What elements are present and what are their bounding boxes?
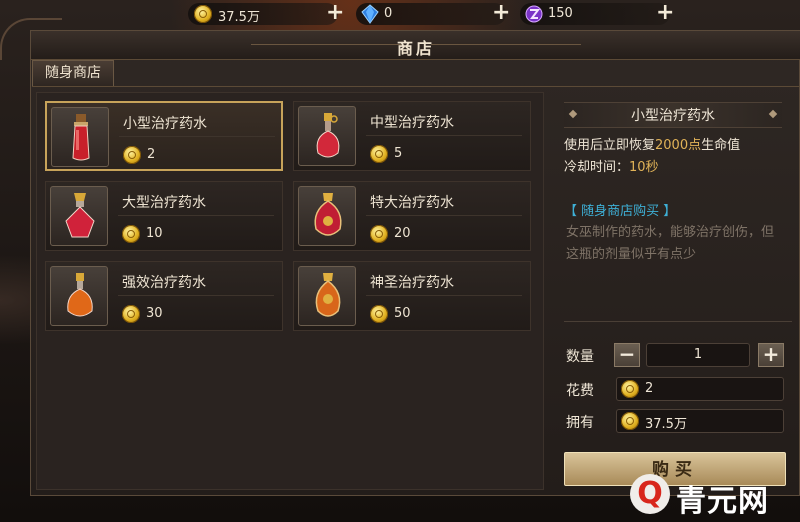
quantity-field[interactable]: 1 <box>646 343 750 367</box>
item-separator <box>118 295 274 296</box>
window-title: 商店 <box>396 39 435 58</box>
crystal-amount: 150 <box>548 6 573 21</box>
cooldown-label: 冷却时间： <box>564 160 630 175</box>
item-slot <box>50 186 108 246</box>
item-slot <box>50 266 108 326</box>
detail-header: 小型治疗药水 <box>564 102 782 128</box>
list-item-small-potion[interactable]: 小型治疗药水 2 <box>45 101 283 171</box>
quantity-label: 数量 <box>566 349 594 365</box>
quantity-value: 1 <box>693 347 703 362</box>
item-name: 中型治疗药水 <box>370 115 454 131</box>
gold-coin-icon <box>370 225 388 243</box>
gold-amount: 37.5万 <box>218 10 260 25</box>
item-name: 大型治疗药水 <box>122 195 206 211</box>
item-price: 10 <box>146 226 163 241</box>
item-list: 小型治疗药水 2 中型治疗药水 5 大型治疗药水 10 特大治疗药水 20 强效… <box>36 92 544 490</box>
detail-source: 【 随身商店购买 】 <box>564 204 677 219</box>
cost-label: 花费 <box>566 383 594 399</box>
list-item-large-potion[interactable]: 大型治疗药水 10 <box>45 181 283 251</box>
cost-field: 2 <box>616 377 784 401</box>
add-gold-button[interactable]: + <box>326 2 344 24</box>
gold-coin-icon <box>370 305 388 323</box>
xl-potion-icon <box>314 193 342 236</box>
detail-item-name: 小型治疗药水 <box>631 108 715 124</box>
detail-effect: 使用后立即恢复2000点生命值 <box>564 134 740 153</box>
diamond-amount: 0 <box>384 6 393 21</box>
list-item-medium-potion[interactable]: 中型治疗药水 5 <box>293 101 531 171</box>
large-potion-icon <box>65 193 95 238</box>
small-potion-icon <box>72 114 90 161</box>
tab-divider <box>32 86 800 87</box>
item-price: 20 <box>394 226 411 241</box>
item-price: 30 <box>146 306 163 321</box>
detail-description: 女巫制作的药水，能够治疗创伤，但这瓶的剂量似乎有点少 <box>566 225 775 262</box>
title-bar: 商店 <box>31 31 800 60</box>
gold-coin-icon <box>621 412 639 430</box>
item-separator <box>118 215 274 216</box>
watermark-text: 青元网 <box>676 484 769 519</box>
owned-value: 37.5万 <box>645 417 687 432</box>
decrease-quantity-button[interactable]: − <box>614 343 640 367</box>
add-diamond-button[interactable]: + <box>492 2 510 24</box>
diamond-currency: 0 <box>356 3 506 25</box>
watermark-logo: Q 青元网 <box>626 472 800 522</box>
tab-portable-shop[interactable]: 随身商店 <box>32 60 114 86</box>
item-price: 5 <box>394 146 403 161</box>
item-separator <box>119 136 275 137</box>
item-separator <box>366 215 522 216</box>
item-name: 特大治疗药水 <box>370 195 454 211</box>
item-price: 2 <box>147 147 156 162</box>
list-item-holy-potion[interactable]: 神圣治疗药水 50 <box>293 261 531 331</box>
owned-label: 拥有 <box>566 415 594 431</box>
detail-separator <box>564 321 792 322</box>
gold-coin-icon <box>123 146 141 164</box>
watermark-q-icon: Q <box>630 474 670 514</box>
blue-diamond-icon <box>361 4 379 24</box>
currency-bar: 37.5万 + 0 + 150 + <box>0 0 800 30</box>
gold-coin-icon <box>122 305 140 323</box>
gold-coin-icon <box>370 145 388 163</box>
owned-field: 37.5万 <box>616 409 784 433</box>
item-name: 强效治疗药水 <box>122 275 206 291</box>
effect-value: 2000点 <box>655 138 702 153</box>
purple-crystal-icon <box>525 5 543 23</box>
item-slot <box>298 106 356 166</box>
gold-currency: 37.5万 <box>188 3 338 25</box>
item-name: 小型治疗药水 <box>123 116 207 132</box>
increase-quantity-button[interactable]: + <box>758 343 784 367</box>
crystal-currency: 150 <box>520 3 670 25</box>
item-detail-panel: 小型治疗药水 使用后立即恢复2000点生命值 冷却时间：10秒 【 随身商店购买… <box>556 92 796 492</box>
item-price: 50 <box>394 306 411 321</box>
cooldown-value: 10秒 <box>629 160 659 175</box>
effect-suffix: 生命值 <box>701 138 741 153</box>
item-slot <box>298 186 356 246</box>
item-separator <box>366 295 522 296</box>
add-crystal-button[interactable]: + <box>656 2 674 24</box>
cost-value: 2 <box>645 381 654 396</box>
gold-coin-icon <box>122 225 140 243</box>
holy-potion-icon <box>315 273 341 317</box>
item-slot <box>51 107 109 167</box>
list-item-xl-potion[interactable]: 特大治疗药水 20 <box>293 181 531 251</box>
item-name: 神圣治疗药水 <box>370 275 454 291</box>
item-slot <box>298 266 356 326</box>
medium-potion-icon <box>316 113 340 158</box>
item-separator <box>366 135 522 136</box>
effect-prefix: 使用后立即恢复 <box>564 138 656 153</box>
detail-cooldown: 冷却时间：10秒 <box>564 156 659 175</box>
potent-potion-icon <box>67 273 93 317</box>
list-item-potent-potion[interactable]: 强效治疗药水 30 <box>45 261 283 331</box>
gold-coin-icon <box>194 5 212 23</box>
gold-coin-icon <box>621 380 639 398</box>
